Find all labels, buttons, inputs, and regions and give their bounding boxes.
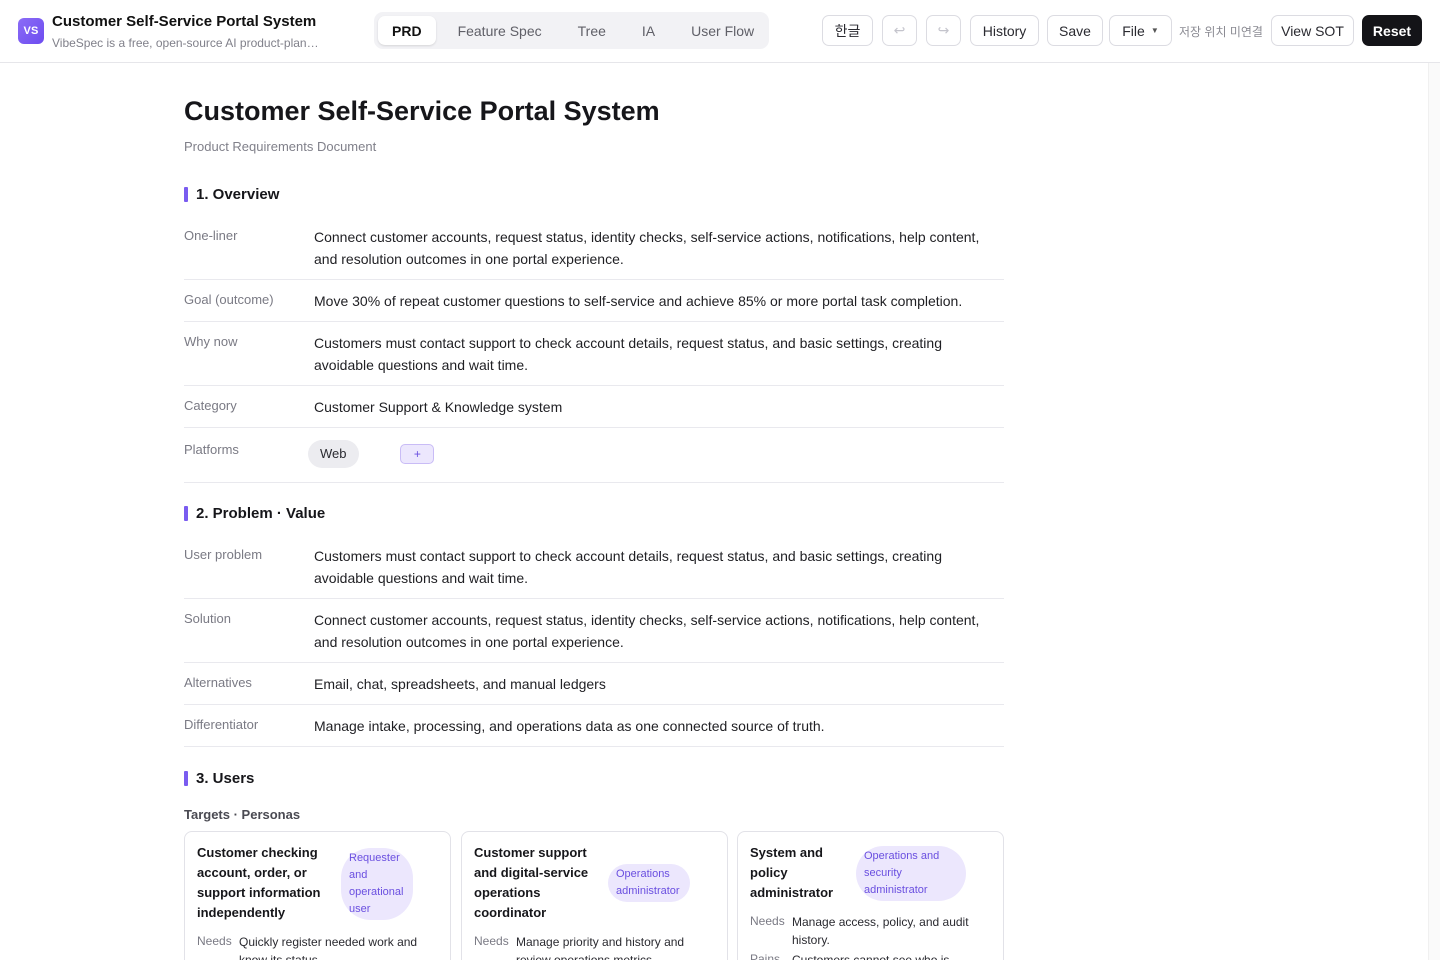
chevron-down-icon: ▼ [1150, 26, 1159, 35]
field-label: Why now [184, 334, 238, 349]
app-title: Customer Self-Service Portal System [52, 13, 317, 30]
platform-list: Web + [308, 440, 1004, 473]
persona-name: Customer support and digital-service ope… [474, 845, 589, 920]
field-value[interactable]: Move 30% of repeat customer questions to… [314, 290, 1004, 312]
field-value[interactable]: Manage intake, processing, and operation… [314, 715, 1004, 737]
scrollbar[interactable] [1428, 63, 1440, 960]
redo-icon: ↪ [937, 22, 950, 38]
reset-button[interactable]: Reset [1362, 15, 1422, 46]
persona-role-tag: Requester and operational user [341, 848, 413, 920]
pains-text: Customers cannot see who is responsible. [792, 953, 950, 960]
top-bar: VS Customer Self-Service Portal System V… [0, 0, 1440, 63]
field-row: Alternatives Email, chat, spreadsheets, … [184, 663, 1004, 705]
save-location-status: 저장 위치 미연결 [1179, 25, 1263, 39]
field-row-platforms: Platforms Web + [184, 428, 1004, 483]
field-value[interactable]: Connect customer accounts, request statu… [314, 226, 1004, 270]
page-title: Customer Self-Service Portal System [184, 96, 660, 126]
persona-card[interactable]: System and policy administrator Operatio… [737, 831, 1004, 960]
field-label: User problem [184, 547, 263, 562]
field-label: Category [184, 398, 237, 413]
tab-user-flow[interactable]: User Flow [677, 16, 768, 45]
field-value[interactable]: Connect customer accounts, request statu… [314, 609, 1004, 653]
persona-name: Customer checking account, order, or sup… [197, 845, 321, 920]
field-value[interactable]: Email, chat, spreadsheets, and manual le… [314, 673, 1004, 695]
tab-prd[interactable]: PRD [378, 16, 436, 45]
field-label: One-liner [184, 228, 238, 243]
needs-label: Needs [474, 934, 509, 948]
app-logo[interactable]: VS [18, 18, 44, 44]
section-marker [184, 506, 188, 521]
persona-card[interactable]: Customer support and digital-service ope… [461, 831, 728, 960]
persona-card[interactable]: Customer checking account, order, or sup… [184, 831, 451, 960]
needs-label: Needs [750, 914, 785, 928]
view-tabs: PRD Feature Spec Tree IA User Flow [374, 12, 769, 49]
persona-role-tag: Operations and security administrator [856, 846, 966, 901]
field-row: Goal (outcome) Move 30% of repeat custom… [184, 280, 1004, 322]
undo-button[interactable]: ↩ [882, 15, 917, 46]
field-value[interactable]: Customer Support & Knowledge system [314, 396, 1004, 418]
field-label: Alternatives [184, 675, 252, 690]
tab-ia[interactable]: IA [628, 16, 669, 45]
section-heading-label: 3. Users [196, 770, 255, 787]
add-platform-button[interactable]: + [400, 444, 435, 465]
field-label: Goal (outcome) [184, 292, 274, 307]
tab-feature-spec[interactable]: Feature Spec [444, 16, 556, 45]
section-heading-label: 2. Problem · Value [196, 505, 326, 522]
file-menu-label: File [1122, 22, 1145, 39]
field-label: Solution [184, 611, 231, 626]
platform-chip[interactable]: Web [308, 440, 359, 468]
undo-icon: ↩ [893, 22, 906, 38]
overview-fields: One-liner Connect customer accounts, req… [184, 216, 1004, 483]
persona-name: System and policy administrator [750, 845, 834, 900]
field-row: Differentiator Manage intake, processing… [184, 705, 1004, 747]
section-heading-overview: 1. Overview [184, 186, 279, 203]
needs-label: Needs [197, 934, 232, 948]
field-label: Differentiator [184, 717, 259, 732]
save-button[interactable]: Save [1047, 15, 1103, 46]
file-menu-button[interactable]: File ▼ [1109, 15, 1172, 46]
view-sot-button[interactable]: View SOT [1271, 15, 1354, 46]
needs-text: Manage access, policy, and audit history… [792, 915, 969, 947]
targets-personas-heading: Targets · Personas [184, 807, 301, 822]
field-row: User problem Customers must contact supp… [184, 535, 1004, 599]
field-label: Platforms [184, 442, 239, 457]
app-subtitle: VibeSpec is a free, open-source AI produ… [52, 36, 324, 50]
history-button[interactable]: History [970, 15, 1039, 46]
field-row: One-liner Connect customer accounts, req… [184, 216, 1004, 280]
redo-button[interactable]: ↪ [926, 15, 961, 46]
section-heading-users: 3. Users [184, 770, 254, 787]
field-row: Solution Connect customer accounts, requ… [184, 599, 1004, 663]
section-heading-problem: 2. Problem · Value [184, 505, 325, 522]
section-heading-label: 1. Overview [196, 186, 280, 203]
field-value[interactable]: Customers must contact support to check … [314, 332, 1004, 376]
field-row: Category Customer Support & Knowledge sy… [184, 386, 1004, 428]
needs-text: Manage priority and history and review o… [516, 935, 685, 960]
pains-label: Pains [750, 952, 781, 960]
field-value[interactable]: Customers must contact support to check … [314, 545, 1004, 589]
page-subtitle: Product Requirements Document [184, 139, 377, 154]
section-marker [184, 187, 188, 202]
needs-text: Quickly register needed work and know it… [239, 935, 418, 960]
persona-role-tag: Operations administrator [608, 864, 690, 902]
problem-fields: User problem Customers must contact supp… [184, 535, 1004, 747]
tab-tree[interactable]: Tree [564, 16, 620, 45]
section-marker [184, 771, 188, 786]
field-row: Why now Customers must contact support t… [184, 322, 1004, 386]
language-toggle-button[interactable]: 한글 [822, 15, 873, 46]
